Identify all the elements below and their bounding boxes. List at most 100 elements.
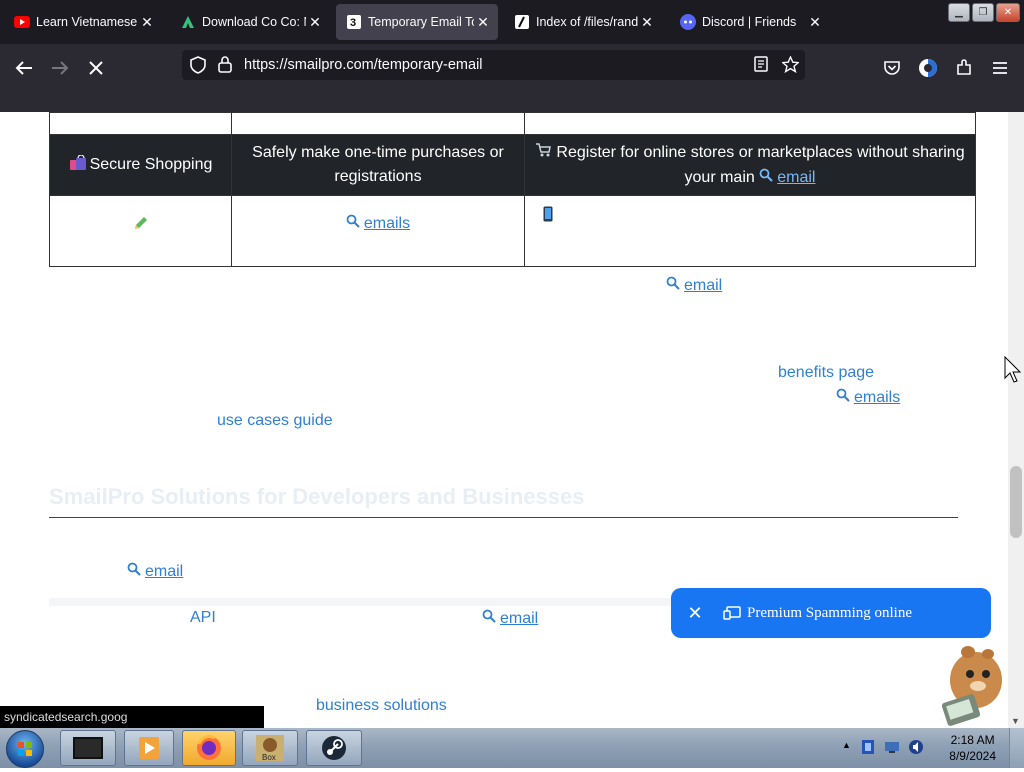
network-icon[interactable] xyxy=(884,740,900,759)
feature-description: Safely make one-time purchases or regist… xyxy=(252,144,504,185)
search-icon xyxy=(127,562,141,579)
taskbar-app-media-player[interactable] xyxy=(124,730,174,766)
search-icon xyxy=(836,388,850,405)
search-icon xyxy=(759,165,773,189)
taskbar-app-firefox[interactable] xyxy=(182,730,236,766)
system-tray: ▲ 2:18 AM 8/9/2024 xyxy=(838,728,1024,768)
taskbar-clock[interactable]: 2:18 AM 8/9/2024 xyxy=(949,732,996,764)
tab-title: Learn Vietnamese th xyxy=(36,15,138,29)
clock-time: 2:18 AM xyxy=(950,733,995,747)
tab-download-coco[interactable]: Download Co Co: M ✕ xyxy=(170,4,330,40)
pocket-icon[interactable] xyxy=(878,54,906,82)
table-cell: emails xyxy=(231,195,525,267)
toast-close-icon[interactable]: ✕ xyxy=(685,603,705,624)
table-cell: Register for online stores or marketplac… xyxy=(524,134,976,196)
content-band xyxy=(49,598,689,606)
tab-title: Index of /files/rando xyxy=(536,15,638,29)
table-cell: Secure Shopping xyxy=(49,134,232,196)
svg-text:3: 3 xyxy=(350,17,356,29)
desktop-mascot[interactable] xyxy=(936,640,1008,728)
tab-strip: Learn Vietnamese th ✕ Download Co Co: M … xyxy=(0,0,1024,44)
tray-app-icon[interactable] xyxy=(860,738,876,761)
start-button[interactable] xyxy=(6,730,44,768)
tab-close-icon[interactable]: ✕ xyxy=(638,14,656,31)
table-cell: Safely make one-time purchases or regist… xyxy=(231,134,525,196)
use-cases-table: Secure Shopping Safely make one-time pur… xyxy=(49,112,976,267)
window-controls: ▁ ❐ ✕ xyxy=(948,3,1020,22)
tab-title: Download Co Co: M xyxy=(202,15,306,29)
file-index-icon xyxy=(514,14,530,30)
premium-promo-toast[interactable]: ✕ Premium Spamming online xyxy=(671,588,991,638)
extensions-icon[interactable] xyxy=(950,54,978,82)
tab-index-files[interactable]: Index of /files/rando ✕ xyxy=(504,4,662,40)
email-link[interactable]: email xyxy=(482,609,538,628)
tab-close-icon[interactable]: ✕ xyxy=(306,14,324,31)
search-icon xyxy=(666,276,680,293)
shopping-bags-icon xyxy=(69,153,87,176)
taskbar-app-steam[interactable] xyxy=(306,730,362,766)
scroll-down-arrow-icon[interactable]: ▼ xyxy=(1011,716,1020,726)
email-link[interactable]: email xyxy=(127,562,183,581)
table-row-secure-shopping: Secure Shopping Safely make one-time pur… xyxy=(49,134,976,196)
stop-loading-icon[interactable] xyxy=(82,54,110,82)
back-icon[interactable] xyxy=(10,54,38,82)
table-row xyxy=(49,112,976,135)
feature-name: Secure Shopping xyxy=(89,155,213,173)
emails-link[interactable]: emails xyxy=(346,214,410,232)
tab-discord[interactable]: Discord | Friends ✕ xyxy=(670,4,830,40)
tab-close-icon[interactable]: ✕ xyxy=(138,14,156,31)
svg-text:Box: Box xyxy=(262,753,276,762)
tab-title: Discord | Friends xyxy=(702,15,797,29)
mobile-phone-icon xyxy=(543,206,553,225)
api-link[interactable]: API xyxy=(190,609,216,627)
tab-close-icon[interactable]: ✕ xyxy=(806,14,824,31)
windows-taskbar: Box ▲ 2:18 AM 8/9/2024 xyxy=(0,728,1024,768)
forward-icon[interactable] xyxy=(46,54,74,82)
table-cell xyxy=(49,195,232,267)
section-heading: SmailPro Solutions for Developers and Bu… xyxy=(49,484,585,509)
toast-label: Premium Spamming online xyxy=(747,604,912,621)
url-text: https://smailpro.com/temporary-email xyxy=(244,57,483,73)
benefits-page-link[interactable]: benefits page xyxy=(778,364,874,382)
tab-learn-vietnamese[interactable]: Learn Vietnamese th ✕ xyxy=(4,4,162,40)
email-link[interactable]: email xyxy=(666,276,722,295)
table-row: emails xyxy=(49,195,976,267)
navigation-toolbar: https://smailpro.com/temporary-email xyxy=(0,44,1024,112)
bookmark-star-icon[interactable] xyxy=(780,55,801,77)
discord-icon xyxy=(680,14,696,30)
taskbar-app-box[interactable]: Box xyxy=(242,730,298,766)
pencil-icon xyxy=(133,215,149,234)
close-window-icon[interactable]: ✕ xyxy=(996,3,1020,22)
mouse-pointer-icon xyxy=(1004,355,1024,389)
app-store-icon xyxy=(180,14,196,30)
reader-view-icon[interactable] xyxy=(754,56,768,76)
email-link[interactable]: email xyxy=(759,168,815,186)
show-hidden-icons-icon[interactable]: ▲ xyxy=(842,740,851,750)
lock-icon[interactable] xyxy=(218,56,232,77)
restore-icon[interactable]: ❐ xyxy=(972,3,994,22)
business-solutions-link[interactable]: business solutions xyxy=(316,697,447,715)
use-cases-guide-link[interactable]: use cases guide xyxy=(217,412,333,430)
show-desktop-button[interactable] xyxy=(1009,728,1024,768)
taskbar-app-terminal[interactable] xyxy=(60,730,116,766)
search-icon xyxy=(482,609,496,626)
smailpro-icon: 3 xyxy=(346,14,362,30)
emails-link[interactable]: emails xyxy=(836,388,900,407)
tab-title: Temporary Email To xyxy=(368,15,474,29)
search-icon xyxy=(346,214,360,231)
youtube-icon xyxy=(14,14,30,30)
table-cell xyxy=(524,195,976,267)
clock-date: 8/9/2024 xyxy=(949,749,996,763)
minimize-icon[interactable]: ▁ xyxy=(948,3,970,22)
address-bar[interactable]: https://smailpro.com/temporary-email xyxy=(182,50,805,80)
volume-icon[interactable] xyxy=(908,739,924,760)
menu-icon[interactable] xyxy=(986,54,1014,82)
tab-close-icon[interactable]: ✕ xyxy=(474,14,492,31)
account-icon[interactable] xyxy=(914,54,942,82)
tab-temporary-email[interactable]: 3 Temporary Email To ✕ xyxy=(336,4,498,40)
shopping-cart-icon xyxy=(535,141,552,165)
page-scrollbar[interactable]: ▼ xyxy=(1008,112,1024,728)
devices-icon xyxy=(723,606,741,620)
scrollbar-thumb[interactable] xyxy=(1010,466,1022,538)
shield-icon[interactable] xyxy=(190,56,206,78)
